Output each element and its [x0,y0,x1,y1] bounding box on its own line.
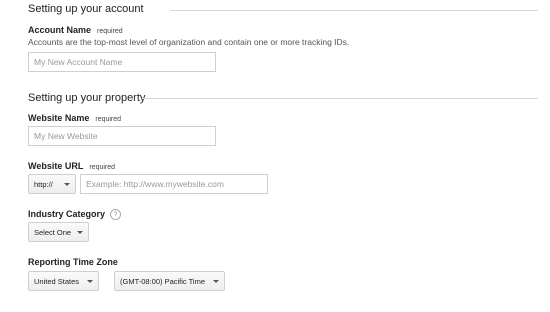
industry-category-dropdown[interactable]: Select One [28,222,89,242]
account-name-input[interactable]: My New Account Name [28,52,216,72]
website-name-label-text: Website Name [28,113,90,123]
website-url-label: Website URL required [28,161,115,171]
time-zone-label-text: Reporting Time Zone [28,257,118,267]
time-zone-country-value: United States [34,276,80,286]
time-zone-value: (GMT-08:00) Pacific Time [120,276,206,286]
chevron-down-icon [213,279,219,283]
required-tag: required [89,164,116,171]
account-name-label-text: Account Name [28,25,92,35]
industry-category-label: Industry Category ? [28,209,122,221]
chevron-down-icon [77,230,84,234]
property-section-title: Setting up your property [28,92,146,104]
time-zone-dropdown[interactable]: (GMT-08:00) Pacific Time [114,271,225,291]
industry-category-value: Select One [34,227,72,237]
website-url-placeholder: Example: http://www.mywebsite.com [86,179,224,189]
industry-category-label-text: Industry Category [28,209,106,219]
website-name-placeholder: My New Website [34,131,98,141]
chevron-down-icon [64,182,70,186]
time-zone-country-dropdown[interactable]: United States [28,271,99,291]
section-divider [142,98,538,99]
account-name-placeholder: My New Account Name [34,57,123,67]
website-url-label-text: Website URL [28,161,84,171]
required-tag: required [97,28,123,35]
account-name-description: Accounts are the top-most level of organ… [28,37,350,47]
account-section-title: Setting up your account [28,3,144,15]
account-name-label: Account Name required [28,25,123,35]
website-url-input[interactable]: Example: http://www.mywebsite.com [80,174,268,194]
section-divider [170,10,538,11]
chevron-down-icon [87,279,93,283]
time-zone-label: Reporting Time Zone [28,257,118,267]
help-icon[interactable]: ? [110,209,122,220]
protocol-dropdown[interactable]: http:// [28,174,76,194]
protocol-value: http:// [34,179,53,189]
website-name-input[interactable]: My New Website [28,126,216,146]
required-tag: required [95,116,122,123]
website-name-label: Website Name required [28,113,121,123]
